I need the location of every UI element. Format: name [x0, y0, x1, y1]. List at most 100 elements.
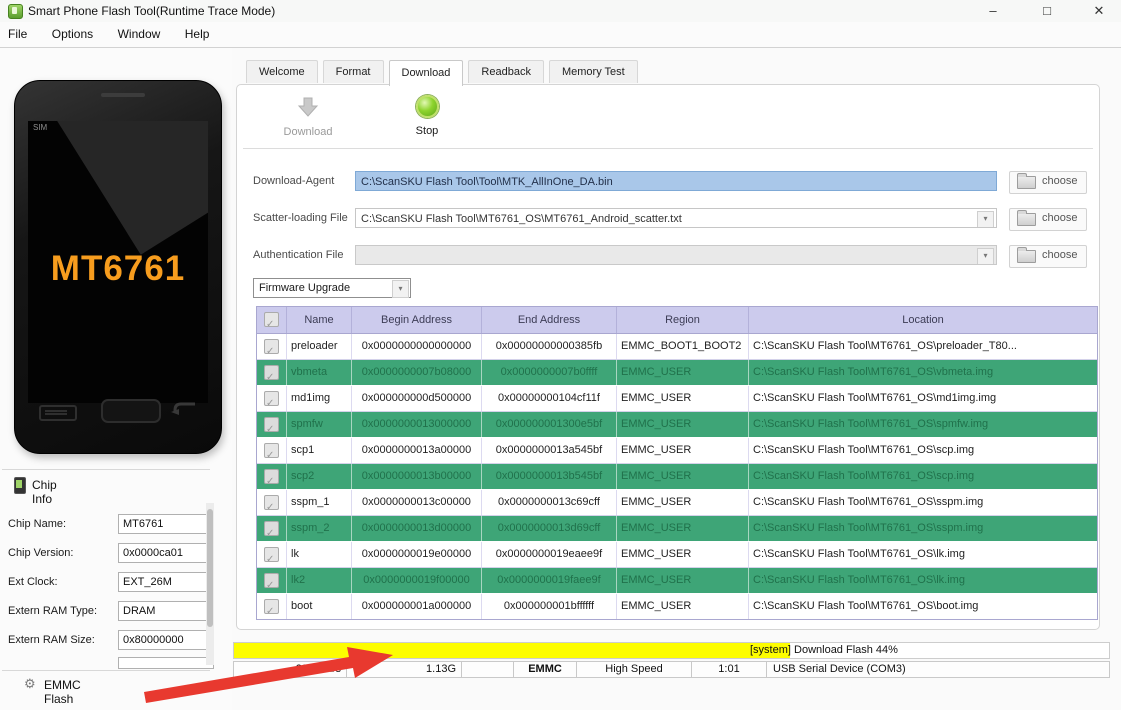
chevron-down-icon[interactable]: ▾	[977, 211, 994, 227]
header-checkbox-cell[interactable]	[257, 307, 287, 338]
row-checkbox-cell	[257, 516, 287, 541]
row-checkbox-cell	[257, 386, 287, 411]
table-row[interactable]: md1img 0x000000000d500000 0x00000000104c…	[257, 386, 1097, 412]
download-agent-choose-button[interactable]: choose	[1009, 171, 1087, 194]
chip-field-row: Extern RAM Type: DRAM	[8, 601, 214, 623]
ram-type-value[interactable]: DRAM	[118, 601, 214, 621]
cell-name: spmfw	[287, 412, 352, 437]
phone-back-icon	[171, 402, 195, 415]
stop-button[interactable]: Stop	[395, 95, 459, 137]
menu-file[interactable]: File	[0, 22, 37, 41]
emmc-flash-label: EMMC Flash	[44, 678, 81, 706]
table-row[interactable]: lk 0x0000000019e00000 0x0000000019eaee9f…	[257, 542, 1097, 568]
cell-end-address: 0x0000000013c69cff	[482, 490, 617, 515]
menu-help[interactable]: Help	[175, 22, 220, 41]
cell-region: EMMC_USER	[617, 594, 749, 619]
table-row[interactable]: boot 0x000000001a000000 0x000000001bffff…	[257, 594, 1097, 619]
checkbox-icon[interactable]	[264, 312, 279, 338]
row-checkbox-cell	[257, 412, 287, 437]
chip-field-row: Chip Version: 0x0000ca01	[8, 543, 214, 565]
cell-begin-address: 0x0000000013b00000	[352, 464, 482, 489]
minimize-button[interactable]: –	[978, 0, 1008, 22]
cell-end-address: 0x0000000007b0ffff	[482, 360, 617, 385]
cell-name: lk2	[287, 568, 352, 593]
close-button[interactable]: ✕	[1084, 0, 1114, 22]
cell-region: EMMC_USER	[617, 490, 749, 515]
checkbox-icon[interactable]	[264, 469, 279, 489]
maximize-button[interactable]: □	[1032, 0, 1062, 22]
checkbox-icon[interactable]	[264, 417, 279, 437]
chip-name-value[interactable]: MT6761	[118, 514, 214, 534]
row-checkbox-cell	[257, 464, 287, 489]
scrollbar-thumb[interactable]	[207, 509, 213, 627]
row-checkbox-cell	[257, 360, 287, 385]
checkbox-icon[interactable]	[264, 339, 279, 359]
chip-name-label: Chip Name:	[8, 518, 67, 530]
status-elapsed-time: 1:01	[692, 662, 767, 677]
menu-window[interactable]: Window	[108, 22, 171, 41]
cell-name: vbmeta	[287, 360, 352, 385]
auth-file-choose-button[interactable]: choose	[1009, 245, 1087, 268]
table-row[interactable]: lk2 0x0000000019f00000 0x0000000019faee9…	[257, 568, 1097, 594]
app-icon	[8, 4, 23, 19]
table-row[interactable]: sspm_2 0x0000000013d00000 0x0000000013d6…	[257, 516, 1097, 542]
phone-screen: SIM MT6761	[28, 121, 208, 403]
tab-download[interactable]: Download	[388, 60, 464, 86]
column-header-end[interactable]: End Address	[482, 307, 617, 333]
checkbox-icon[interactable]	[264, 521, 279, 541]
table-row[interactable]: spmfw 0x0000000013000000 0x000000001300e…	[257, 412, 1097, 438]
chip-version-value[interactable]: 0x0000ca01	[118, 543, 214, 563]
scatter-file-row: Scatter-loading File C:\ScanSKU Flash To…	[237, 208, 1099, 231]
cell-location: C:\ScanSKU Flash Tool\MT6761_OS\lk.img	[753, 548, 965, 560]
tab-welcome[interactable]: Welcome	[246, 60, 318, 83]
row-checkbox-cell	[257, 568, 287, 593]
checkbox-icon[interactable]	[264, 495, 279, 515]
checkbox-icon[interactable]	[264, 365, 279, 385]
table-row[interactable]: vbmeta 0x0000000007b08000 0x0000000007b0…	[257, 360, 1097, 386]
cell-end-address: 0x0000000013d69cff	[482, 516, 617, 541]
choose-button-label: choose	[1042, 249, 1078, 261]
chevron-down-icon[interactable]: ▾	[977, 248, 994, 264]
status-speed-mode: High Speed	[577, 662, 692, 677]
column-header-location[interactable]: Location	[749, 307, 1097, 333]
scatter-file-input[interactable]: C:\ScanSKU Flash Tool\MT6761_OS\MT6761_A…	[355, 208, 997, 228]
checkbox-icon[interactable]	[264, 443, 279, 463]
auth-file-input[interactable]: ▾	[355, 245, 997, 265]
cell-begin-address: 0x0000000007b08000	[352, 360, 482, 385]
chevron-down-icon[interactable]: ▾	[392, 280, 409, 298]
column-header-region[interactable]: Region	[617, 307, 749, 333]
row-checkbox-cell	[257, 594, 287, 619]
cell-name: boot	[287, 594, 352, 619]
table-row[interactable]: scp1 0x0000000013a00000 0x0000000013a545…	[257, 438, 1097, 464]
column-header-begin[interactable]: Begin Address	[352, 307, 482, 333]
download-agent-input[interactable]: C:\ScanSKU Flash Tool\Tool\MTK_AllInOne_…	[355, 171, 997, 191]
checkbox-icon[interactable]	[264, 391, 279, 411]
cell-location: C:\ScanSKU Flash Tool\MT6761_OS\scp.img	[753, 470, 975, 482]
cell-begin-address: 0x0000000019f00000	[352, 568, 482, 593]
download-button[interactable]: Download	[273, 95, 343, 138]
ext-clock-value[interactable]: EXT_26M	[118, 572, 214, 592]
flash-mode-value: Firmware Upgrade	[259, 282, 351, 294]
chip-info-title: Chip Info	[32, 478, 57, 506]
app-window: Smart Phone Flash Tool(Runtime Trace Mod…	[0, 0, 1121, 710]
cell-region: EMMC_USER	[617, 386, 749, 411]
tab-memory-test[interactable]: Memory Test	[548, 60, 638, 83]
cell-begin-address: 0x000000001a000000	[352, 594, 482, 619]
scatter-file-label: Scatter-loading File	[253, 212, 348, 224]
tab-readback[interactable]: Readback	[468, 60, 544, 83]
table-row[interactable]: preloader 0x0000000000000000 0x000000000…	[257, 334, 1097, 360]
checkbox-icon[interactable]	[264, 547, 279, 567]
flash-mode-select[interactable]: Firmware Upgrade ▾	[253, 278, 411, 298]
stop-button-label: Stop	[415, 125, 439, 137]
menu-options[interactable]: Options	[42, 22, 103, 41]
tab-format[interactable]: Format	[322, 60, 384, 83]
scatter-file-choose-button[interactable]: choose	[1009, 208, 1087, 231]
checkbox-icon[interactable]	[264, 573, 279, 593]
table-row[interactable]: sspm_1 0x0000000013c00000 0x0000000013c6…	[257, 490, 1097, 516]
checkbox-icon[interactable]	[264, 599, 279, 619]
column-header-name[interactable]: Name	[287, 307, 352, 333]
choose-button-label: choose	[1042, 175, 1078, 187]
cell-name: preloader	[287, 334, 352, 359]
table-row[interactable]: scp2 0x0000000013b00000 0x0000000013b545…	[257, 464, 1097, 490]
cell-begin-address: 0x0000000013a00000	[352, 438, 482, 463]
